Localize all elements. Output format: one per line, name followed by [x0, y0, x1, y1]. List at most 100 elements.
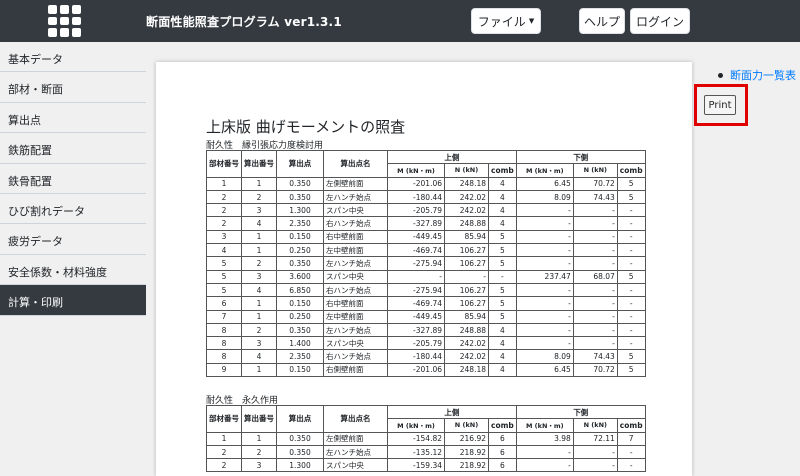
sidebar-item-basic-data[interactable]: 基本データ	[0, 42, 146, 73]
cell-upper-n: 242.02	[444, 203, 489, 218]
cell-lower-m: -	[515, 216, 574, 231]
cell-lower-n: -	[572, 229, 618, 245]
cell-calc-point: 0.150	[276, 362, 324, 378]
table-row: 2 4 2.350 右ハンチ始点 -327.89 248.88 4- - -	[206, 216, 646, 231]
table-row: 1 1 0.350 左側壁前面 -201.06 248.18 4 6.45 70.72 5	[206, 176, 646, 191]
cell-upper-m: -154.82	[387, 431, 445, 446]
cell-calc-no: 3	[241, 458, 277, 473]
cell-lower-m: 237.47	[515, 269, 574, 284]
cell-lower-comb: -	[616, 296, 646, 311]
cell-calc-no: 3	[241, 203, 277, 218]
cell-lower-m: -	[515, 203, 574, 218]
sidebar-item-safety-factors[interactable]: 安全係数・材料強度	[0, 255, 146, 286]
cell-upper-comb: 4	[488, 322, 517, 338]
cell-upper-comb: -	[488, 269, 517, 284]
cell-upper-m: -327.89	[387, 216, 445, 231]
file-menu-button[interactable]: ファイル ▼	[471, 8, 541, 34]
cell-upper-m: -180.44	[387, 349, 445, 364]
print-button[interactable]: Print	[704, 95, 736, 115]
cell-calc-point: 0.350	[276, 322, 324, 338]
header-calc-no: 算出番号	[241, 150, 277, 178]
cell-lower-n: 74.43	[572, 189, 618, 205]
cell-lower-n: -	[572, 256, 618, 271]
cell-calc-no: 3	[241, 336, 277, 351]
cell-upper-n: 242.02	[444, 349, 489, 364]
sidebar-item-steel-layout[interactable]: 鉄骨配置	[0, 164, 146, 194]
report-paper: 上床版 曲げモーメントの照査 耐久性 縁引張応力度検討用 部材番号 算出番号 算出点…	[156, 62, 692, 476]
cell-member-no: 1	[206, 176, 242, 191]
cell-lower-comb: -	[616, 243, 646, 258]
cell-lower-m: -	[515, 243, 574, 258]
sidebar-item-calc-print[interactable]: 計算・印刷	[0, 285, 146, 316]
login-button[interactable]: ログイン	[630, 8, 690, 34]
cell-upper-comb: 4	[488, 203, 517, 218]
cell-lower-m: -	[515, 256, 574, 271]
cell-calc-no: 1	[241, 176, 277, 191]
table-row: 4 1 0.250 左中壁前面 -469.74 106.27 5- - -	[206, 243, 646, 258]
sidebar-item-calc-points[interactable]: 算出点	[0, 103, 146, 134]
table-row: 8 3 1.400 スパン中央 -205.79 242.02 4- - -	[206, 336, 646, 351]
header-member-no: 部材番号	[206, 150, 242, 178]
section-force-list-link[interactable]: 断面力一覧表	[718, 67, 796, 83]
cell-lower-m: -	[515, 444, 574, 460]
table-row: 3 1 0.150 右中壁前面 -449.45 85.94 5- - -	[206, 229, 646, 245]
cell-member-no: 5	[206, 256, 242, 271]
cell-upper-m: -	[387, 269, 445, 284]
cell-upper-n: 248.88	[444, 322, 489, 338]
cell-upper-comb: 5	[488, 282, 517, 298]
header-n-unit: N (kN)	[572, 163, 618, 178]
cell-upper-n: 242.02	[444, 189, 489, 205]
cell-calc-no: 2	[241, 256, 277, 271]
sidebar: 基本データ 部材・断面 算出点 鉄筋配置 鉄骨配置 ひび割れデータ 疲労データ …	[0, 42, 146, 476]
header-m-unit: M (kN・m)	[515, 163, 574, 178]
help-button[interactable]: ヘルプ	[579, 8, 625, 34]
cell-upper-comb: 6	[488, 431, 517, 446]
sidebar-item-fatigue-data[interactable]: 疲労データ	[0, 224, 146, 255]
cell-lower-comb: -	[616, 282, 646, 298]
cell-lower-comb: -	[616, 216, 646, 231]
results-table: 部材番号 算出番号 算出点 算出点名 上側 下側 M (kN・m) N (kN) comb M (…	[206, 149, 646, 378]
cell-lower-m: -	[515, 309, 574, 324]
cell-calc-name: 左ハンチ始点	[323, 189, 388, 205]
cell-upper-m: -135.12	[387, 444, 445, 460]
sidebar-item-crack-data[interactable]: ひび割れデータ	[0, 194, 146, 225]
cell-upper-comb: 5	[488, 256, 517, 271]
table-row: 5 2 0.350 左ハンチ始点 -275.94 106.27 5- - -	[206, 256, 646, 271]
cell-upper-m: -201.06	[387, 176, 445, 191]
cell-calc-name: スパン中央	[323, 203, 388, 218]
cell-upper-n: 218.92	[444, 458, 489, 473]
cell-calc-name: 右側壁前面	[323, 362, 388, 378]
cell-lower-comb: 7	[616, 431, 646, 446]
cell-lower-comb: -	[616, 309, 646, 324]
sidebar-item-rebar-layout[interactable]: 鉄筋配置	[0, 133, 146, 164]
cell-calc-point: 0.350	[276, 176, 324, 191]
cell-lower-m: -	[515, 229, 574, 245]
table-row: 2 3 1.300 スパン中央 -159.34 218.92 6- - -	[206, 458, 646, 473]
cell-calc-no: 1	[241, 243, 277, 258]
cell-lower-comb: -	[616, 256, 646, 271]
cell-calc-no: 4	[241, 349, 277, 364]
cell-lower-comb: -	[616, 229, 646, 245]
cell-calc-name: 左ハンチ始点	[323, 322, 388, 338]
cell-calc-name: 右中壁前面	[323, 229, 388, 245]
cell-upper-comb: 6	[488, 444, 517, 460]
cell-upper-n: 85.94	[444, 309, 489, 324]
header-comb: comb	[616, 163, 646, 178]
table-row: 5 4 6.850 右ハンチ始点 -275.94 106.27 5- - -	[206, 282, 646, 298]
cell-upper-n: 106.27	[444, 282, 489, 298]
cell-lower-n: 72.11	[572, 431, 618, 446]
cell-calc-no: 1	[241, 309, 277, 324]
cell-lower-n: -	[572, 322, 618, 338]
cell-upper-comb: 4	[488, 349, 517, 364]
cell-upper-comb: 4	[488, 176, 517, 191]
header-n-unit: N (kN)	[444, 163, 489, 178]
cell-calc-point: 2.350	[276, 216, 324, 231]
cell-upper-n: 106.27	[444, 243, 489, 258]
cell-member-no: 8	[206, 349, 242, 364]
cell-calc-point: 0.350	[276, 256, 324, 271]
app-grid-icon[interactable]	[48, 5, 81, 37]
cell-member-no: 3	[206, 229, 242, 245]
cell-lower-m: -	[515, 458, 574, 473]
header-lower: 下側	[515, 149, 646, 165]
sidebar-item-members-sections[interactable]: 部材・断面	[0, 72, 146, 103]
